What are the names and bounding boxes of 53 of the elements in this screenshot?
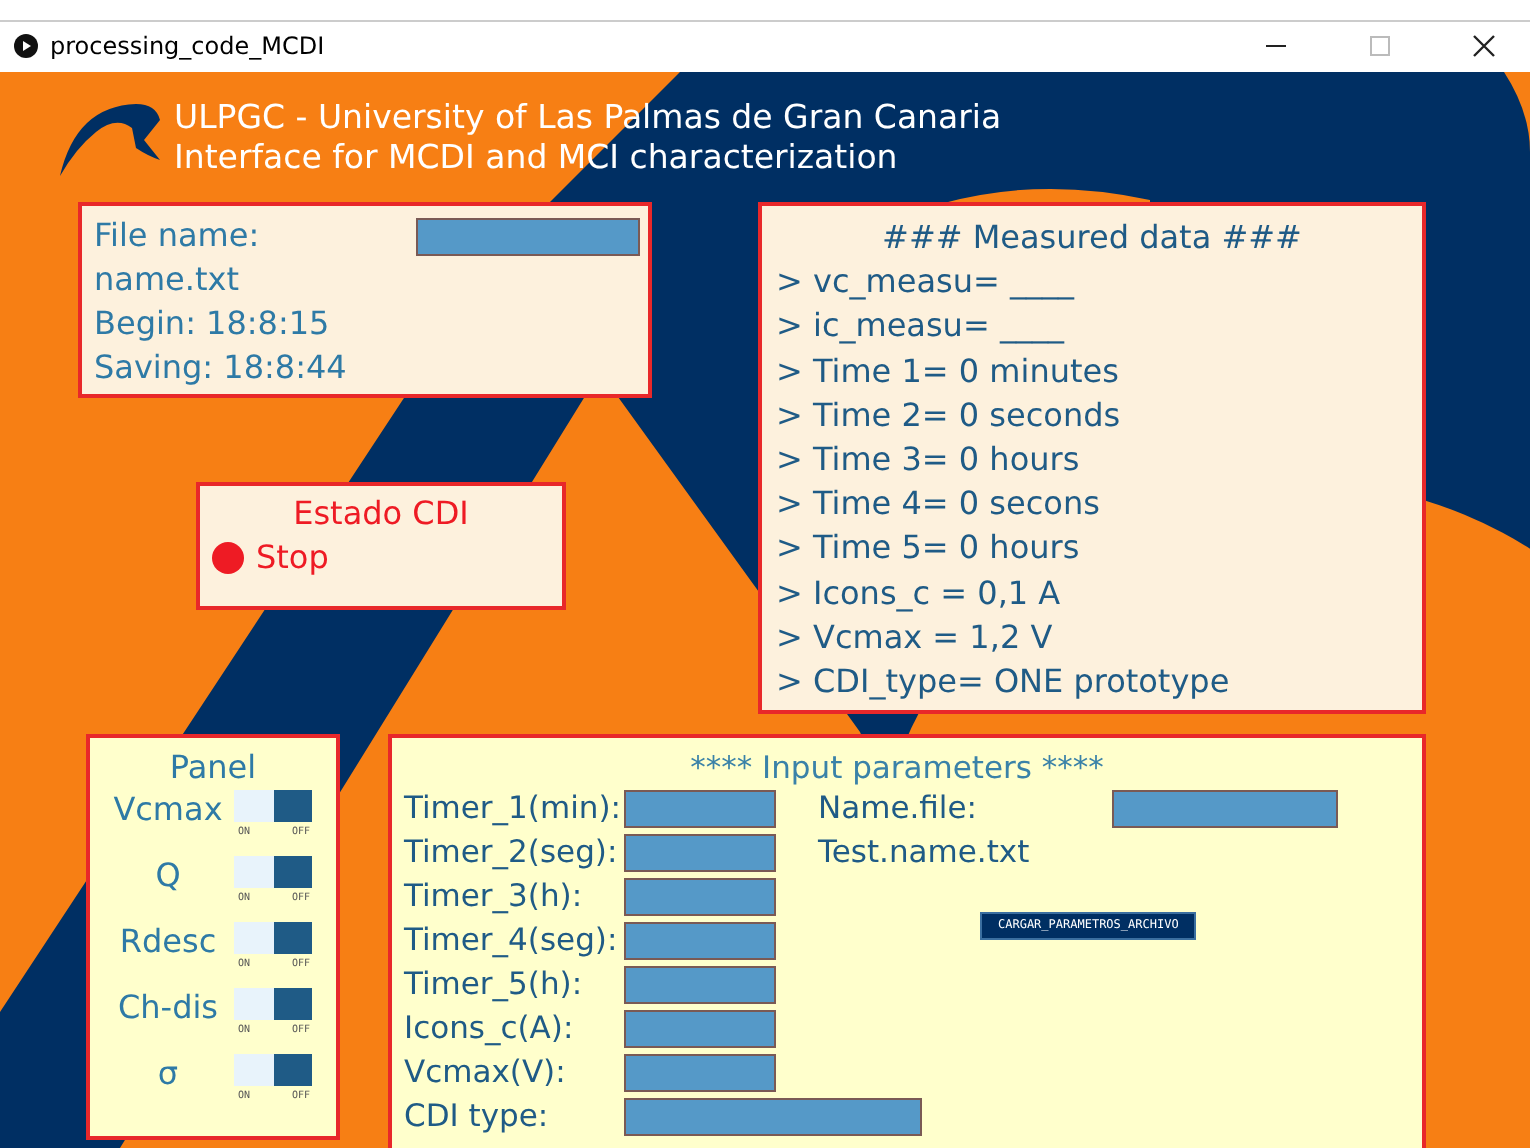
input-field[interactable] bbox=[416, 217, 640, 255]
status-title: Estado CDI bbox=[291, 492, 471, 536]
field-label: Timer_2(seg): bbox=[404, 834, 620, 872]
toggle-label: Rdesc bbox=[117, 922, 219, 962]
input-field[interactable] bbox=[624, 1098, 922, 1136]
toggle-switch[interactable] bbox=[234, 988, 312, 1020]
input-field[interactable] bbox=[624, 834, 776, 872]
field-label: Timer_1(min): bbox=[404, 790, 623, 828]
input-field[interactable] bbox=[624, 966, 776, 1004]
measured-line: > Time 5= 0 hours bbox=[776, 526, 1082, 571]
input-field[interactable] bbox=[624, 1054, 776, 1092]
status-text: Stop bbox=[256, 538, 329, 576]
input-field[interactable] bbox=[1112, 790, 1339, 828]
toggle-label: σ bbox=[155, 1054, 181, 1094]
input-field[interactable] bbox=[624, 1010, 776, 1048]
input-field[interactable] bbox=[624, 790, 776, 828]
toggle-label: Q bbox=[153, 856, 183, 896]
toggle-label: Ch-dis bbox=[115, 988, 221, 1028]
field-label: Name.file: bbox=[818, 790, 977, 828]
toggle-switch[interactable] bbox=[234, 1054, 312, 1086]
toggle-label: Vcmax bbox=[111, 790, 225, 830]
measured-line: > Icons_c = 0,1 A bbox=[776, 571, 1063, 616]
toggle-switch[interactable] bbox=[234, 856, 312, 888]
field-label: Timer_4(seg): bbox=[404, 922, 620, 960]
panel-title: Panel bbox=[167, 746, 259, 790]
saving-time: Saving: 18:8:44 bbox=[94, 346, 349, 390]
measured-line: > vc_measu= ____ bbox=[776, 260, 1077, 305]
field-label: Vcmax(V): bbox=[404, 1054, 568, 1092]
begin-time: Begin: 18:8:15 bbox=[94, 302, 332, 346]
close-icon[interactable] bbox=[1472, 34, 1496, 58]
field-label: CDI type: bbox=[404, 1098, 551, 1136]
measured-line: > CDI_type= ONE prototype bbox=[776, 660, 1232, 705]
measured-line: > Time 4= 0 secons bbox=[776, 482, 1102, 527]
measured-line: > Time 2= 0 seconds bbox=[776, 393, 1123, 438]
field-label: Icons_c(A): bbox=[404, 1010, 576, 1048]
maximize-icon[interactable] bbox=[1368, 34, 1392, 58]
field-label: Timer_3(h): bbox=[404, 878, 585, 916]
file-name: Test.name.txt bbox=[818, 834, 1032, 872]
window-title: processing_code_MCDI bbox=[50, 32, 325, 60]
measured-line: > Time 3= 0 hours bbox=[776, 438, 1082, 483]
panel-title: **** Input parameters **** bbox=[688, 748, 1106, 790]
measured-line: > Time 1= 0 minutes bbox=[776, 349, 1121, 394]
measured-line: > ic_measu= ____ bbox=[776, 304, 1067, 349]
toggle-switch[interactable] bbox=[234, 922, 312, 954]
input-field[interactable] bbox=[624, 878, 776, 916]
panel-title: ### Measured data ### bbox=[880, 216, 1304, 260]
toggle-switch[interactable] bbox=[234, 790, 312, 822]
field-label: Timer_5(h): bbox=[404, 966, 585, 1004]
file-name: name.txt bbox=[94, 258, 241, 302]
measured-line: > Vcmax = 1,2 V bbox=[776, 615, 1055, 660]
app-icon bbox=[14, 34, 38, 58]
input-field[interactable] bbox=[624, 922, 776, 960]
field-label: File name: bbox=[94, 214, 260, 258]
